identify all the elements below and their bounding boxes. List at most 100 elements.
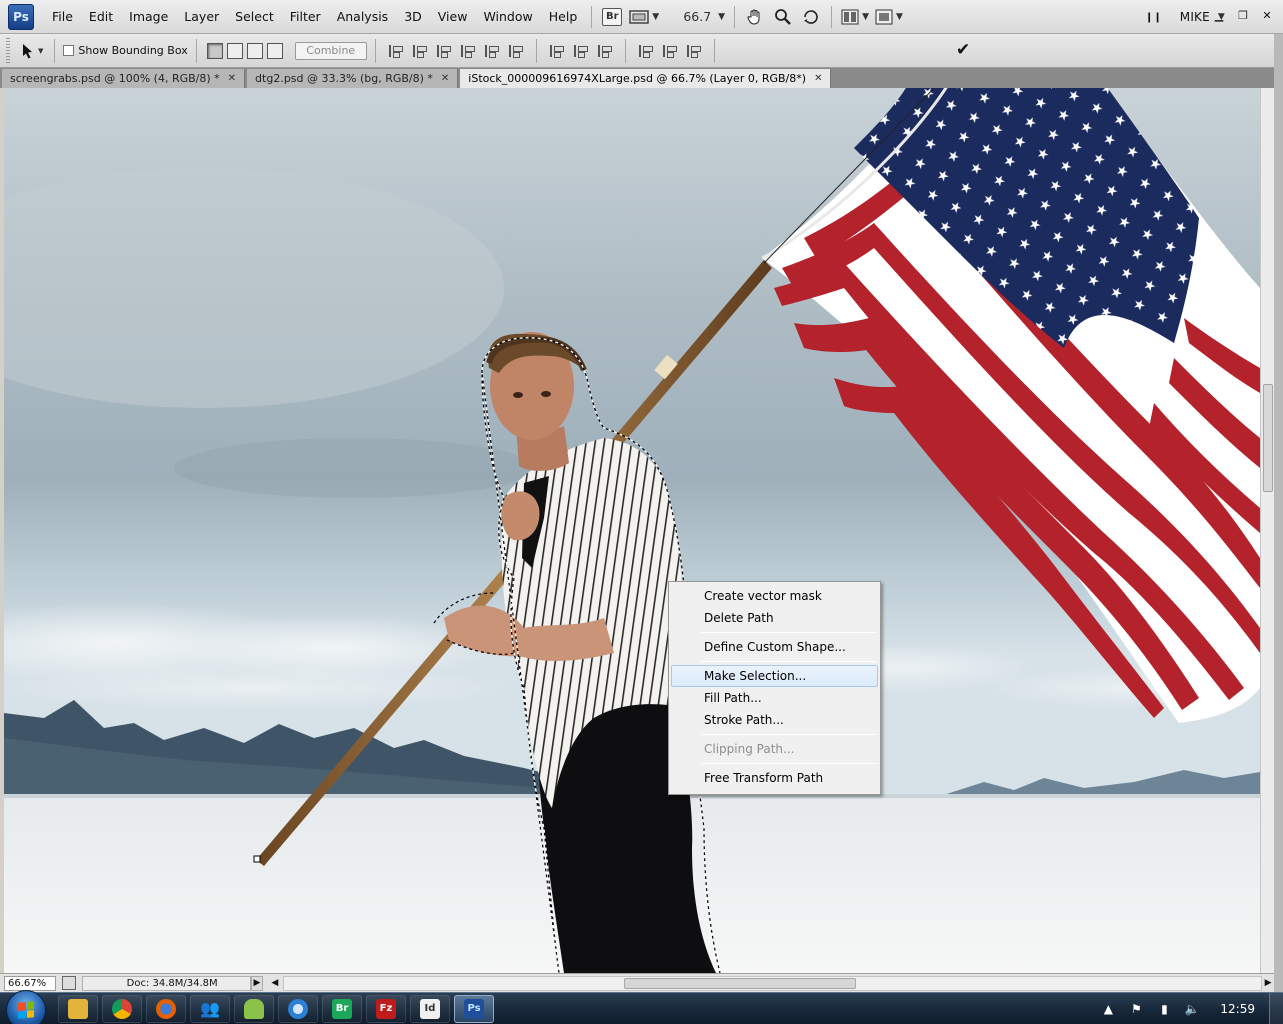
taskbar-explorer[interactable] <box>58 994 98 1023</box>
menu-select[interactable]: Select <box>227 0 282 34</box>
close-icon[interactable]: ✕ <box>814 73 822 84</box>
align-left-edges-button[interactable] <box>458 42 478 60</box>
tab-label: screengrabs.psd @ 100% (4, RGB/8) * <box>10 72 220 85</box>
taskbar-indesign[interactable]: Id <box>410 994 450 1023</box>
close-icon[interactable]: ✕ <box>441 73 449 84</box>
align-horizontal-centers-button[interactable] <box>482 42 502 60</box>
distribute-top-button[interactable] <box>547 42 567 60</box>
align-vertical-centers-button[interactable] <box>410 42 430 60</box>
add-to-shape-area-button[interactable] <box>206 42 223 59</box>
menu-separator <box>701 632 876 633</box>
show-hidden-icons-icon[interactable]: ▲ <box>1100 1001 1116 1017</box>
rotate-view-button[interactable] <box>800 5 822 29</box>
document-canvas[interactable]: ★ <box>4 88 1260 973</box>
menu-item-stroke-path[interactable]: Stroke Path... <box>671 709 878 731</box>
tab-istock-active[interactable]: iStock_000009616974XLarge.psd @ 66.7% (L… <box>460 69 832 88</box>
vertical-scroll-thumb[interactable] <box>1263 384 1273 492</box>
screen-mode-button[interactable]: ▼ <box>875 5 903 29</box>
view-extras-button[interactable]: ▼ <box>629 5 659 29</box>
launch-bridge-button[interactable]: Br <box>601 5 623 29</box>
distribute-vertical-centers-button[interactable] <box>571 42 591 60</box>
menu-item-define-custom-shape[interactable]: Define Custom Shape... <box>671 636 878 658</box>
show-bounding-box-label: Show Bounding Box <box>78 44 188 57</box>
arrange-documents-button[interactable]: ▼ <box>841 5 869 29</box>
scroll-left-arrow-icon[interactable]: ◀ <box>269 976 281 991</box>
align-top-edges-button[interactable] <box>386 42 406 60</box>
taskbar-photoshop[interactable]: Ps <box>454 994 494 1023</box>
taskbar-firefox[interactable] <box>146 994 186 1023</box>
menu-filter[interactable]: Filter <box>282 0 329 34</box>
window-controls: ▁ ❐ ✕ <box>1209 6 1277 24</box>
status-menu-arrow-icon[interactable]: ▶ <box>250 975 263 991</box>
status-info-icon[interactable] <box>61 976 76 990</box>
tool-preset-picker[interactable]: ▼ <box>21 39 43 63</box>
path-context-menu: Create vector mask Delete Path Define Cu… <box>668 581 881 795</box>
distribute-right-button[interactable] <box>684 42 704 60</box>
zoom-tool-button[interactable] <box>772 5 794 29</box>
chrome-icon <box>112 998 132 1019</box>
intersect-shape-areas-button[interactable] <box>246 42 263 59</box>
show-bounding-box-checkbox[interactable] <box>63 45 75 56</box>
tab-screengrabs[interactable]: screengrabs.psd @ 100% (4, RGB/8) * ✕ <box>2 69 246 88</box>
taskbar-filezilla[interactable]: Fz <box>366 994 406 1023</box>
taskbar-android[interactable] <box>234 994 274 1023</box>
menu-separator <box>591 5 593 28</box>
horizontal-scrollbar[interactable] <box>282 975 1263 991</box>
exclude-overlapping-shape-areas-button[interactable] <box>266 42 283 59</box>
align-right-edges-button[interactable] <box>506 42 526 60</box>
options-separator <box>624 38 626 63</box>
bridge-icon: Br <box>602 7 623 26</box>
options-bar-grip[interactable] <box>6 37 10 64</box>
show-bounding-box-option[interactable]: Show Bounding Box <box>63 44 188 57</box>
arrange-icon <box>841 9 859 24</box>
distribute-bottom-icon <box>597 44 612 58</box>
taskbar-messenger[interactable]: 👥 <box>190 994 230 1023</box>
volume-icon[interactable]: 🔈 <box>1184 1001 1200 1017</box>
options-separator <box>54 38 56 63</box>
menu-3d[interactable]: 3D <box>396 0 430 34</box>
taskbar-itunes[interactable] <box>278 994 318 1023</box>
hand-tool-button[interactable] <box>744 5 766 29</box>
horizontal-scroll-thumb[interactable] <box>623 977 856 989</box>
combine-button[interactable]: Combine <box>294 41 367 60</box>
network-icon[interactable]: ▮ <box>1156 1001 1172 1017</box>
menu-layer[interactable]: Layer <box>176 0 227 34</box>
path-selection-arrow-icon <box>23 43 32 58</box>
action-center-flag-icon[interactable]: ⚑ <box>1128 1001 1144 1017</box>
menu-item-create-vector-mask[interactable]: Create vector mask <box>671 585 878 607</box>
menu-window[interactable]: Window <box>475 0 540 34</box>
distribute-horizontal-centers-button[interactable] <box>660 42 680 60</box>
menu-edit[interactable]: Edit <box>81 0 121 34</box>
menu-image[interactable]: Image <box>121 0 176 34</box>
scroll-right-arrow-icon[interactable]: ▶ <box>1262 976 1274 991</box>
minimize-icon[interactable]: ▁ <box>1209 6 1229 24</box>
distribute-left-button[interactable] <box>636 42 656 60</box>
menu-item-make-selection[interactable]: Make Selection... <box>671 665 878 687</box>
align-bottom-edges-button[interactable] <box>434 42 454 60</box>
menu-file[interactable]: File <box>44 0 81 34</box>
menu-help[interactable]: Help <box>541 0 586 34</box>
zoom-level-dropdown[interactable]: 66.7 ▼ <box>665 5 725 29</box>
start-button[interactable] <box>6 989 46 1024</box>
menu-item-fill-path[interactable]: Fill Path... <box>671 687 878 709</box>
menu-analysis[interactable]: Analysis <box>329 0 397 34</box>
show-desktop-button[interactable] <box>1269 993 1283 1024</box>
close-icon[interactable]: ✕ <box>1257 6 1277 24</box>
close-icon[interactable]: ✕ <box>228 73 236 84</box>
taskbar-bridge[interactable]: Br <box>322 994 362 1023</box>
restore-icon[interactable]: ❐ <box>1233 6 1253 24</box>
menu-item-free-transform-path[interactable]: Free Transform Path <box>671 767 878 789</box>
photo-canvas-image[interactable]: ★ <box>4 88 1260 973</box>
zoom-level-value: 66.7 <box>683 9 712 24</box>
menu-item-delete-path[interactable]: Delete Path <box>671 607 878 629</box>
taskbar-chrome[interactable] <box>102 994 142 1023</box>
vertical-scrollbar[interactable] <box>1260 88 1274 973</box>
system-clock[interactable]: 12:59 <box>1220 1002 1255 1016</box>
tab-dtg2[interactable]: dtg2.psd @ 33.3% (bg, RGB/8) * ✕ <box>247 69 459 88</box>
distribute-bottom-button[interactable] <box>595 42 615 60</box>
zoom-percentage-field[interactable]: 66.67% <box>4 975 56 991</box>
menu-view[interactable]: View <box>430 0 476 34</box>
commit-checkmark-icon[interactable]: ✔ <box>956 40 970 60</box>
photoshop-logo-icon[interactable]: Ps <box>8 3 34 30</box>
subtract-from-shape-area-button[interactable] <box>226 42 243 59</box>
